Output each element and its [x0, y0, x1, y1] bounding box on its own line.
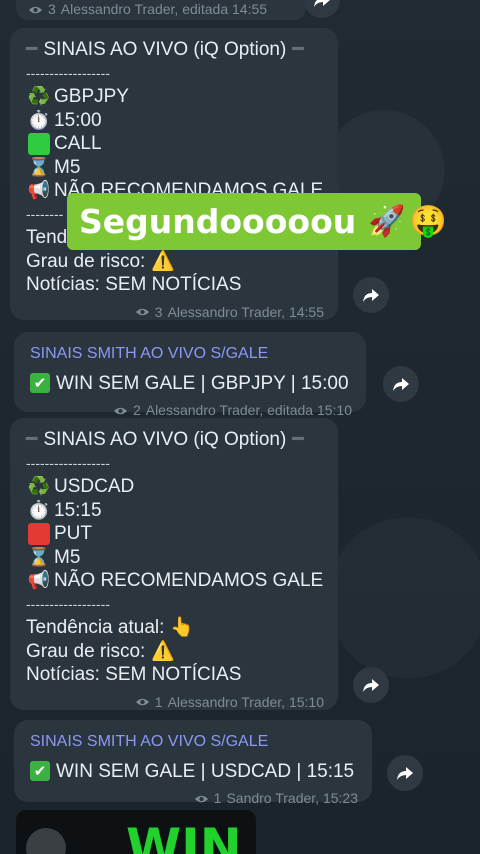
news-label: Notícias: SEM NOTÍCIAS — [26, 274, 242, 295]
win-image-message[interactable]: WIN — [16, 810, 256, 854]
signal-message[interactable]: ━ SINAIS AO VIVO (iQ Option) ━ ---------… — [10, 418, 338, 710]
share-icon — [314, 0, 330, 7]
channel-name: SINAIS SMITH AO VIVO S/GALE — [30, 345, 269, 362]
point-up-icon: 👆 — [170, 617, 195, 638]
share-button[interactable] — [353, 667, 389, 703]
rocket-icon: 🚀 — [368, 204, 406, 239]
result-message[interactable]: SINAIS SMITH AO VIVO S/GALE ✔ WIN SEM GAL… — [14, 720, 372, 806]
pair: USDCAD — [54, 476, 135, 497]
share-icon — [363, 679, 379, 692]
red-square-icon — [28, 522, 50, 545]
hourglass-icon: ⌛ — [27, 546, 51, 567]
win-image-text: WIN — [126, 818, 242, 854]
eye-icon — [135, 698, 149, 706]
eye-icon — [135, 308, 149, 316]
result-message[interactable]: SINAIS SMITH AO VIVO S/GALE ✔ WIN SEM GAL… — [14, 332, 366, 418]
divider: ------------------ — [26, 595, 110, 612]
risk-label: Grau de risco: — [26, 250, 146, 272]
hourglass-icon: ⌛ — [27, 156, 51, 177]
avatar — [26, 828, 66, 854]
author-time: Alessandro Trader, 15:10 — [167, 693, 324, 710]
views-count: 1 — [154, 693, 163, 710]
result-text: WIN SEM GALE | GBPJPY | 15:00 — [56, 372, 349, 394]
warning-icon: ⚠️ — [151, 640, 175, 662]
share-icon — [393, 378, 409, 391]
recycle-icon: ♻️ — [27, 86, 51, 106]
share-icon — [363, 289, 379, 302]
views-count: 3 — [48, 1, 56, 17]
warning-icon: ⚠️ — [151, 250, 175, 272]
segundou-sticker: Segundooooou 🚀 🤑 — [67, 193, 447, 250]
pair: GBPJPY — [54, 86, 129, 107]
eye-icon — [28, 6, 43, 14]
gale-note: NÃO RECOMENDAMOS GALE — [54, 570, 324, 591]
divider: ------------------ — [26, 454, 110, 471]
timeframe: M5 — [54, 156, 81, 178]
share-icon — [397, 767, 413, 780]
signal-header-text: SINAIS AO VIVO (iQ Option) — [43, 39, 287, 60]
author-time: Sandro Trader, 15:23 — [226, 790, 358, 806]
trend-label: Tendência atual: — [26, 617, 165, 638]
money-face-icon: 🤑 — [409, 204, 447, 239]
eye-icon — [194, 795, 208, 803]
recycle-icon: ♻️ — [27, 476, 51, 496]
result-text: WIN SEM GALE | USDCAD | 15:15 — [56, 760, 355, 782]
previous-message-meta[interactable]: 3 Alessandro Trader, editada 14:55 — [16, 0, 306, 20]
views-count: 3 — [154, 303, 163, 320]
news-label: Notícias: SEM NOTÍCIAS — [26, 664, 242, 685]
signal-message[interactable]: ━ SINAIS AO VIVO (iQ Option) ━ ---------… — [10, 28, 338, 320]
megaphone-icon: 📢 — [27, 180, 51, 200]
author-time: Alessandro Trader, 14:55 — [167, 303, 324, 320]
megaphone-icon: 📢 — [27, 570, 51, 590]
signal-header: ━ SINAIS AO VIVO (iQ Option) ━ — [26, 429, 304, 450]
stopwatch-icon: ⏱️ — [27, 109, 51, 130]
share-button[interactable] — [383, 366, 419, 402]
signal-header: ━ SINAIS AO VIVO (iQ Option) ━ — [26, 39, 304, 60]
signal-header-text: SINAIS AO VIVO (iQ Option) — [43, 429, 287, 450]
channel-name: SINAIS SMITH AO VIVO S/GALE — [30, 733, 269, 750]
timeframe: M5 — [54, 546, 81, 568]
share-button[interactable] — [387, 755, 423, 791]
share-button[interactable] — [353, 277, 389, 313]
direction: PUT — [54, 523, 92, 544]
green-square-icon — [28, 132, 50, 155]
eye-icon — [113, 407, 127, 415]
check-icon: ✔ — [30, 373, 50, 394]
sticker-text: Segundooooou — [79, 202, 357, 241]
divider: ------------------ — [26, 64, 110, 81]
check-icon: ✔ — [30, 761, 50, 782]
entry-time: 15:15 — [54, 499, 102, 521]
direction: CALL — [54, 133, 102, 154]
stopwatch-icon: ⏱️ — [27, 499, 51, 520]
entry-time: 15:00 — [54, 109, 102, 131]
author-time: Alessandro Trader, editada 14:55 — [60, 1, 268, 17]
views-count: 1 — [213, 790, 222, 806]
risk-label: Grau de risco: — [26, 640, 146, 662]
